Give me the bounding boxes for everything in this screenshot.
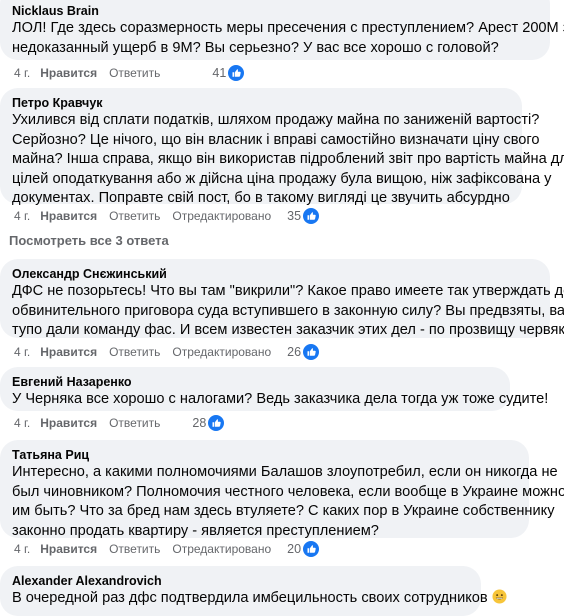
like-button[interactable]: Нравится (40, 344, 97, 360)
comment-bubble: Евгений Назаренко У Черняка все хорошо с… (0, 367, 549, 411)
reply-button[interactable]: Ответить (109, 208, 160, 224)
comment-age[interactable]: 4 г. (14, 65, 30, 81)
comment-text-line: был чиновником? Полномочия честного чело… (12, 483, 564, 500)
comment-age[interactable]: 4 г. (14, 415, 30, 431)
comment-author[interactable]: Евгений Назаренко (12, 374, 498, 390)
comment-text-line: им быть? Что за бред нам здесь втуляете?… (12, 503, 555, 520)
comment-text-line: Ухилився від сплати податків, шляхом про… (12, 112, 540, 128)
comment-text-line: В очередной раз дфс подтвердила имбециль… (12, 589, 507, 609)
comment-text-line: обвинительного приговора суда вступившег… (12, 302, 564, 319)
like-button[interactable]: Нравится (40, 415, 97, 431)
comment-author[interactable]: Татьяна Риц (12, 447, 517, 463)
comment-author[interactable]: Nicklaus Brain (12, 3, 538, 19)
reaction-count-number: 26 (287, 345, 302, 359)
like-button[interactable]: Нравится (40, 208, 97, 224)
comment-text-line: законно продать квартиру - является прес… (12, 522, 379, 539)
reply-button[interactable]: Ответить (109, 65, 160, 81)
comment-age[interactable]: 4 г. (14, 344, 30, 360)
reply-button[interactable]: Ответить (109, 541, 160, 557)
comment-bubble: Татьяна Риц Интересно, а какими полномоч… (0, 440, 564, 539)
reaction-count[interactable]: 26 (287, 344, 320, 360)
like-icon (303, 344, 320, 360)
reaction-count-number: 41 (212, 66, 227, 80)
comment-bubble: Олександр Снєжинський ДФС не позорьтесь!… (0, 259, 564, 339)
like-icon (303, 208, 320, 224)
comment-text-line: ЛОЛ! Где здесь соразмерность меры пресеч… (12, 20, 564, 36)
reply-button[interactable]: Ответить (109, 415, 160, 431)
comment-text-line: У Черняка все хорошо с налогами? Ведь за… (12, 391, 549, 407)
reply-button[interactable]: Ответить (109, 344, 160, 360)
comment-actions: 4 г. Нравится Ответить Отредактировано 2… (14, 344, 320, 360)
comment-text-line: Интересно, а какими полномочиями Балашов… (12, 464, 558, 480)
reaction-count-number: 20 (287, 542, 302, 556)
reaction-count[interactable]: 20 (287, 541, 320, 557)
comment-author[interactable]: Олександр Снєжинський (12, 266, 538, 282)
reaction-count-number: 35 (287, 209, 302, 223)
comment-text-line: документах. Поправте свій пост, бо в так… (12, 190, 510, 207)
like-icon (303, 541, 320, 557)
comment-bubble: Alexander Alexandrovich В очередной раз … (0, 566, 507, 616)
like-button[interactable]: Нравится (40, 541, 97, 557)
comment-author[interactable]: Alexander Alexandrovich (12, 573, 469, 589)
edited-label[interactable]: Отредактировано (172, 208, 271, 224)
comment-text-line: Серйозно? Це нічого, що він власник і вп… (12, 131, 540, 148)
reaction-count[interactable]: 35 (287, 208, 320, 224)
grinning-face-emoji-icon (492, 589, 507, 604)
edited-label[interactable]: Отредактировано (172, 344, 271, 360)
view-replies-link[interactable]: Посмотреть все 3 ответа (9, 233, 169, 248)
comment-text: В очередной раз дфс подтвердила имбециль… (12, 590, 488, 606)
comment-text-line: тупо дали команду фас. И всем известен з… (12, 322, 564, 339)
edited-label[interactable]: Отредактировано (172, 541, 271, 557)
like-icon (228, 65, 245, 81)
reaction-count[interactable]: 28 (192, 415, 225, 431)
comment-author[interactable]: Петро Кравчук (12, 95, 510, 111)
comment-age[interactable]: 4 г. (14, 541, 30, 557)
like-icon (208, 415, 225, 431)
reaction-count-number: 28 (192, 416, 207, 430)
comment-text-line: цілей оподаткування або ж дійсна ціна пр… (12, 170, 552, 187)
comment-bubble: Nicklaus Brain ЛОЛ! Где здесь соразмерно… (0, 0, 564, 60)
comment-actions: 4 г. Нравится Ответить Отредактировано 2… (14, 541, 320, 557)
comment-actions: 4 г. Нравится Ответить 41 (14, 65, 245, 81)
comment-age[interactable]: 4 г. (14, 208, 30, 224)
comment-text-line: недоказанный ущерб в 9М? Вы серьезно? У … (12, 39, 499, 56)
comment-bubble: Петро Кравчук Ухилився від сплати податк… (0, 88, 564, 206)
reaction-count[interactable]: 41 (212, 65, 245, 81)
comment-actions: 4 г. Нравится Ответить 28 (14, 415, 225, 431)
like-button[interactable]: Нравится (40, 65, 97, 81)
comment-text-line: майна? Інша справа, якщо він використав … (12, 151, 564, 168)
comment-text-line: ДФС не позорьтесь! Что вы там "викрили"?… (12, 283, 564, 299)
comment-actions: 4 г. Нравится Ответить Отредактировано 3… (14, 208, 320, 224)
